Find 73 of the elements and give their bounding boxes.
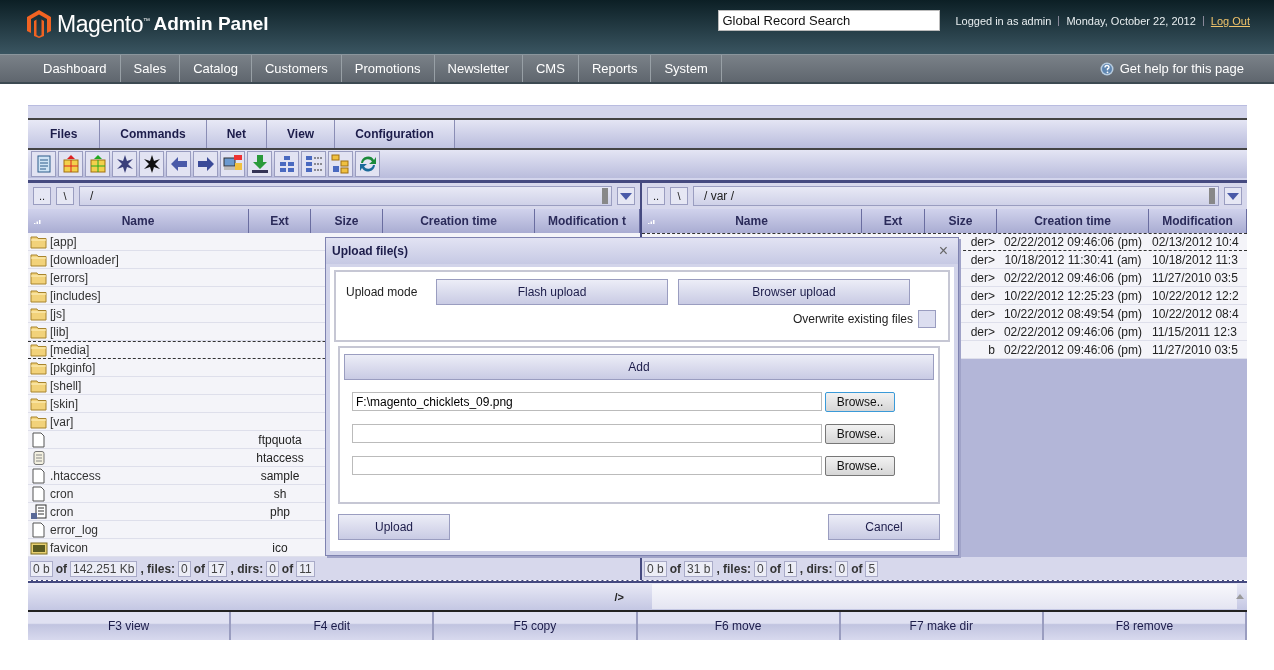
file-name: [errors] (50, 270, 88, 285)
modification-time: 10/18/2012 11:3 (1152, 252, 1238, 267)
status-label: , dirs: (799, 561, 833, 576)
status-label: of (769, 561, 782, 576)
file-extension: sh (273, 486, 287, 501)
status-label: , dirs: (230, 561, 264, 576)
status-value: 0 (835, 560, 849, 577)
file-extension: ftpquota (258, 432, 302, 447)
file-size: der> (970, 252, 995, 267)
status-label: of (669, 561, 681, 576)
modification-time: 11/27/2010 03:5 (1152, 270, 1238, 285)
modification-time: 11/27/2010 03:5 (1152, 342, 1238, 357)
command-prompt: /> (614, 590, 624, 603)
creation-time: 02/22/2012 09:46:06 (pm) (1003, 270, 1143, 285)
creation-time: 02/22/2012 09:46:06 (pm) (1003, 235, 1143, 249)
overwrite-label: Overwrite existing files (792, 312, 913, 326)
status-value: 31 b (684, 560, 714, 577)
file-extension: sample (260, 468, 300, 483)
status-value: 142.251 Kb (70, 560, 138, 577)
status-label: of (851, 561, 863, 576)
status-value: 0 b (30, 560, 53, 577)
file-name: .htaccess (50, 468, 101, 483)
status-value: 11 (296, 560, 315, 577)
status-value: 0 (266, 560, 279, 577)
file-name: [skin] (50, 396, 78, 411)
file-size: der> (970, 270, 995, 285)
logo-text: Magento$^{™}$ (57, 10, 150, 38)
file-size: der> (970, 288, 995, 303)
creation-time: 02/22/2012 09:46:06 (pm) (1003, 324, 1143, 339)
file-name: error_log (50, 522, 99, 537)
status-value: 5 (865, 560, 879, 577)
modification-time: 02/13/2012 10:4 (1152, 235, 1239, 249)
file-name: [app] (50, 234, 77, 249)
file-size: der> (970, 306, 995, 321)
logo-subtitle: Admin Panel (153, 13, 269, 35)
status-value: 0 (754, 560, 767, 577)
file-extension: php (270, 504, 290, 519)
file-name: cron (50, 486, 74, 501)
dialog-title: Upload file(s) (332, 244, 408, 258)
date-text: Monday, October 22, 2012 (1066, 14, 1196, 27)
status-label: , files: (716, 561, 752, 576)
file-size: b (988, 342, 995, 357)
modification-time: 10/22/2012 12:2 (1152, 288, 1239, 303)
status-value: 0 b (644, 560, 667, 577)
file-name: [var] (50, 414, 74, 429)
status-value: 1 (784, 560, 797, 577)
file-name: [media] (50, 343, 90, 357)
status-label: of (281, 561, 294, 576)
user-status: Logged in as admin (955, 14, 1052, 27)
file-name: [includes] (50, 288, 101, 303)
file-name: [pkginfo] (50, 360, 96, 375)
upload-mode-label: Upload mode (346, 285, 419, 299)
file-name: [lib] (50, 324, 69, 339)
file-name: favicon (50, 540, 89, 555)
modification-time: 11/15/2011 12:3 (1152, 324, 1237, 339)
file-extension: ico (272, 540, 288, 555)
status-label: , files: (140, 561, 176, 576)
file-name: [js] (50, 306, 66, 321)
file-size: der> (970, 324, 995, 339)
file-extension: htaccess (256, 450, 304, 465)
modification-time: 10/22/2012 08:4 (1152, 306, 1239, 321)
creation-time: 10/22/2012 08:49:54 (pm) (1003, 306, 1143, 321)
status-value: 0 (178, 560, 191, 577)
status-label: of (193, 561, 206, 576)
creation-time: 10/18/2012 11:30:41 (am) (1004, 252, 1142, 267)
file-name: cron (50, 504, 74, 519)
file-size: der> (970, 235, 995, 249)
status-value: 17 (208, 560, 228, 577)
creation-time: 02/22/2012 09:46:06 (pm) (1003, 342, 1143, 357)
file-name: [downloader] (50, 252, 119, 267)
file-name: [shell] (50, 378, 82, 393)
creation-time: 10/22/2012 12:25:23 (pm) (1003, 288, 1143, 303)
status-label: of (55, 561, 67, 576)
